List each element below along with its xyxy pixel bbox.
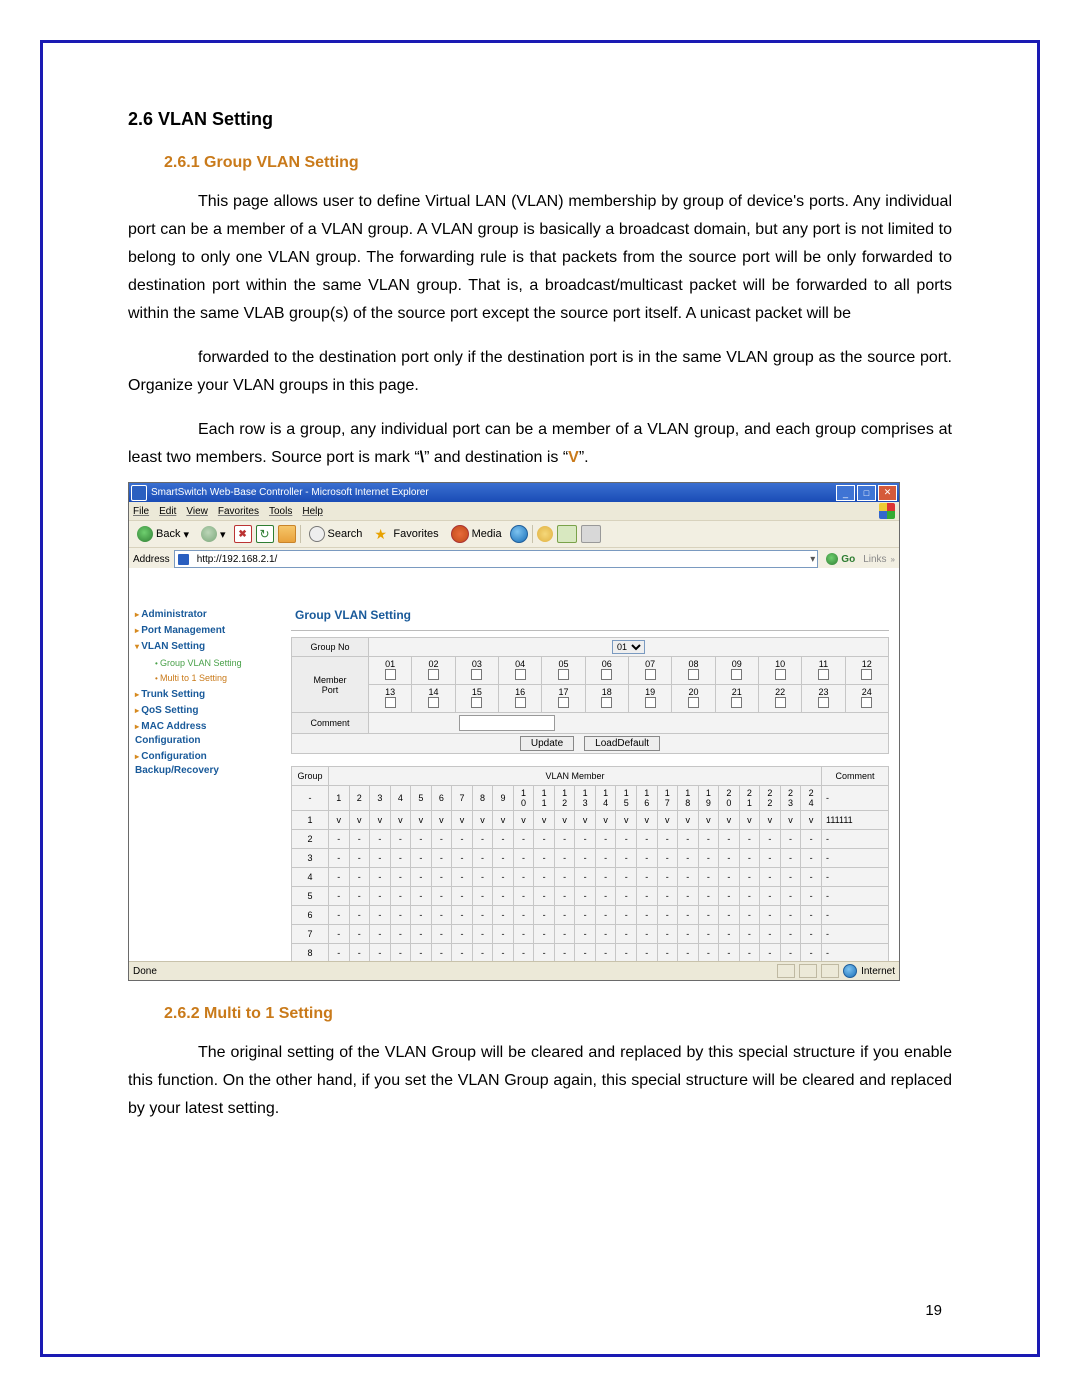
group-no-label: Group No bbox=[292, 638, 369, 657]
media-label: Media bbox=[472, 528, 502, 540]
minimize-button[interactable]: _ bbox=[836, 485, 855, 501]
status-box bbox=[777, 964, 795, 978]
close-button[interactable]: ✕ bbox=[878, 485, 897, 501]
ie-toolbar: Back ▾ ▾ ✖ ↻ Search ★Favorites Media bbox=[129, 520, 899, 548]
divider bbox=[291, 630, 889, 631]
star-icon: ★ bbox=[374, 526, 390, 542]
forward-button[interactable]: ▾ bbox=[197, 524, 230, 544]
sidebar-item-mac[interactable]: MAC Address Configuration bbox=[135, 720, 285, 748]
go-label: Go bbox=[841, 554, 855, 565]
favorites-label: Favorites bbox=[393, 528, 438, 540]
mail-icon[interactable] bbox=[537, 526, 553, 542]
status-box bbox=[821, 964, 839, 978]
main-panel: Group VLAN Setting Group No 01 Member Po… bbox=[287, 602, 899, 962]
ie-screenshot: SmartSwitch Web-Base Controller - Micros… bbox=[128, 482, 900, 981]
status-zone: Internet bbox=[861, 966, 895, 977]
port-checkbox[interactable] bbox=[385, 669, 396, 680]
back-button[interactable]: Back ▾ bbox=[133, 524, 193, 544]
ie-icon bbox=[131, 485, 147, 501]
page-icon bbox=[177, 553, 190, 566]
stop-icon[interactable]: ✖ bbox=[234, 525, 252, 543]
sidebar-item-qos[interactable]: QoS Setting bbox=[135, 704, 285, 718]
th-vlan-member: VLAN Member bbox=[329, 767, 822, 786]
heading-2-6-2: 2.6.2 Multi to 1 Setting bbox=[164, 1005, 952, 1023]
sidebar-item-trunk[interactable]: Trunk Setting bbox=[135, 688, 285, 702]
windows-logo-icon bbox=[879, 503, 895, 519]
sidebar-item-portmgmt[interactable]: Port Management bbox=[135, 624, 285, 638]
para-261c: Each row is a group, any individual port… bbox=[128, 416, 952, 472]
heading-2-6-1: 2.6.1 Group VLAN Setting bbox=[164, 154, 952, 172]
search-label: Search bbox=[328, 528, 363, 540]
address-field[interactable]: http://192.168.2.1/ ▾ bbox=[174, 550, 819, 568]
go-button[interactable]: Go bbox=[822, 551, 859, 567]
group-form-table: Group No 01 Member Port 01 02 03 04 bbox=[291, 637, 889, 754]
page-number: 19 bbox=[925, 1302, 942, 1319]
menu-view[interactable]: View bbox=[186, 506, 208, 517]
back-label: Back bbox=[156, 528, 180, 540]
ie-statusbar: Done Internet bbox=[129, 961, 899, 980]
para-261c-mid: ” and destination is “ bbox=[424, 449, 568, 466]
home-icon[interactable] bbox=[278, 525, 296, 543]
search-button[interactable]: Search bbox=[305, 524, 367, 544]
forward-icon bbox=[201, 526, 217, 542]
menu-favorites[interactable]: Favorites bbox=[218, 506, 259, 517]
back-icon bbox=[137, 526, 153, 542]
media-button[interactable]: Media bbox=[447, 523, 506, 545]
search-icon bbox=[309, 526, 325, 542]
address-label: Address bbox=[133, 554, 170, 565]
menu-help[interactable]: Help bbox=[302, 506, 323, 517]
go-icon bbox=[826, 553, 838, 565]
internet-zone-icon bbox=[843, 964, 857, 978]
para-262: The original setting of the VLAN Group w… bbox=[128, 1039, 952, 1123]
maximize-button[interactable]: □ bbox=[857, 485, 876, 501]
address-url: http://192.168.2.1/ bbox=[197, 554, 278, 565]
menu-edit[interactable]: Edit bbox=[159, 506, 176, 517]
sidebar-item-config[interactable]: Configuration Backup/Recovery bbox=[135, 750, 285, 778]
menu-tools[interactable]: Tools bbox=[269, 506, 292, 517]
ie-menubar: File Edit View Favorites Tools Help bbox=[129, 502, 899, 520]
edit-icon[interactable] bbox=[581, 525, 601, 543]
refresh-icon[interactable]: ↻ bbox=[256, 525, 274, 543]
member-port-label: Member Port bbox=[292, 657, 369, 713]
favorites-button[interactable]: ★Favorites bbox=[370, 524, 442, 544]
history-icon[interactable] bbox=[510, 525, 528, 543]
address-dropdown-icon[interactable]: ▾ bbox=[810, 554, 815, 565]
links-label[interactable]: Links bbox=[863, 554, 886, 565]
sidebar-item-admin[interactable]: Administrator bbox=[135, 608, 285, 622]
load-default-button[interactable]: LoadDefault bbox=[584, 736, 660, 751]
update-button[interactable]: Update bbox=[520, 736, 574, 751]
menu-file[interactable]: File bbox=[133, 506, 149, 517]
para-261c-suffix: ”. bbox=[579, 449, 589, 466]
vlan-member-table: Group VLAN Member Comment -1234567891011… bbox=[291, 766, 889, 963]
heading-2-6: 2.6 VLAN Setting bbox=[128, 109, 952, 130]
para-261b: forwarded to the destination port only i… bbox=[128, 344, 952, 400]
port-cell: 01 bbox=[369, 657, 412, 685]
status-done: Done bbox=[133, 966, 157, 977]
panel-title: Group VLAN Setting bbox=[295, 608, 889, 622]
ports-row-top: Member Port 01 02 03 04 05 06 07 08 09 1 bbox=[292, 657, 889, 685]
sidebar: Administrator Port Management VLAN Setti… bbox=[129, 602, 287, 962]
group-no-select[interactable]: 01 bbox=[612, 640, 645, 654]
para-261a: This page allows user to define Virtual … bbox=[128, 188, 952, 328]
comment-input[interactable] bbox=[459, 715, 555, 731]
th-group: Group bbox=[292, 767, 329, 786]
sidebar-sub-multi[interactable]: Multi to 1 Setting bbox=[155, 671, 285, 686]
comment-label: Comment bbox=[292, 713, 369, 734]
sidebar-sub-group-vlan[interactable]: Group VLAN Setting bbox=[155, 656, 285, 671]
para-261c-v: V bbox=[568, 449, 579, 466]
ports-row-bottom: 13 14 15 16 17 18 19 20 21 22 23 bbox=[292, 685, 889, 713]
th-comment: Comment bbox=[822, 767, 889, 786]
ie-titlebar: SmartSwitch Web-Base Controller - Micros… bbox=[129, 483, 899, 502]
status-box bbox=[799, 964, 817, 978]
sidebar-item-vlan[interactable]: VLAN Setting bbox=[135, 640, 285, 654]
media-icon bbox=[451, 525, 469, 543]
print-icon[interactable] bbox=[557, 525, 577, 543]
ie-title-text: SmartSwitch Web-Base Controller - Micros… bbox=[151, 487, 836, 498]
